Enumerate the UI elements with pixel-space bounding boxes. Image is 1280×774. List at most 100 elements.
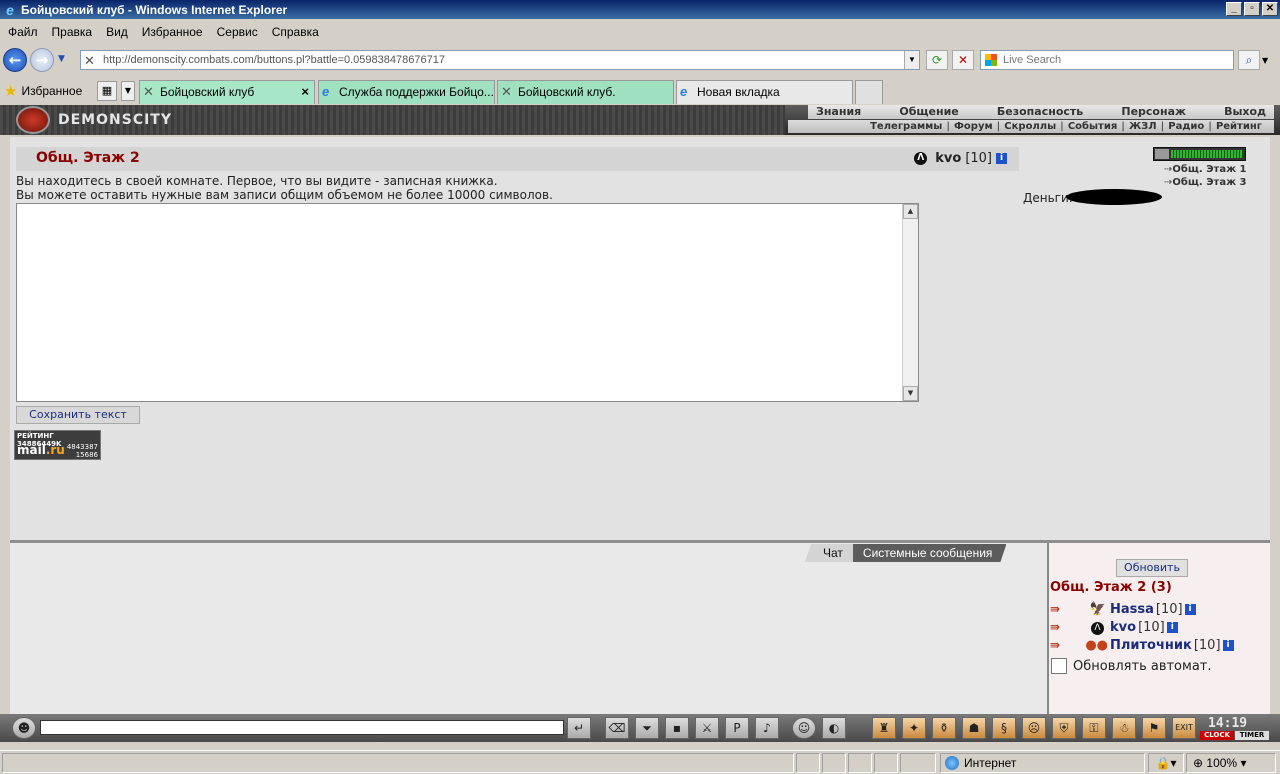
user-name[interactable]: kvo xyxy=(935,151,961,166)
address-input[interactable]: ✕ http://demonscity.combats.com/buttons.… xyxy=(80,50,920,70)
refresh-button[interactable]: Обновить xyxy=(1116,559,1188,577)
potion-icon[interactable]: ⚱ xyxy=(932,717,956,739)
recent-pages-icon[interactable]: ▼ xyxy=(58,54,65,64)
zoom-control[interactable]: ⊕ 100% ▾ xyxy=(1186,753,1276,773)
clear-icon[interactable]: ⌫ xyxy=(605,717,629,739)
scroll-icon[interactable]: § xyxy=(992,717,1016,739)
online-user-name[interactable]: Плиточник xyxy=(1110,638,1192,653)
site-favicon-icon: ✕ xyxy=(143,84,154,99)
menu-help[interactable]: Справка xyxy=(272,25,319,39)
nav-exit[interactable]: Выход xyxy=(1224,105,1266,119)
security-zone[interactable]: Интернет xyxy=(940,753,1145,773)
notebook-scrollbar[interactable]: ▲ ▼ xyxy=(902,204,918,401)
stop-icon[interactable]: ✕ xyxy=(952,50,974,70)
send-icon[interactable]: ↵ xyxy=(567,717,591,739)
menu-favorites[interactable]: Избранное xyxy=(142,25,203,39)
tab-list-dropdown-icon[interactable]: ▼ xyxy=(121,81,135,101)
refresh-icon[interactable]: ⟳ xyxy=(926,50,948,70)
tab-new[interactable]: e Новая вкладка xyxy=(676,80,853,104)
nav-security[interactable]: Безопасность xyxy=(997,105,1083,119)
smiley-icon[interactable]: ☺ xyxy=(792,717,816,739)
settings-icon[interactable] xyxy=(1155,149,1169,159)
people-icon[interactable]: ☃ xyxy=(1112,717,1136,739)
auto-refresh-checkbox[interactable] xyxy=(1051,658,1067,674)
quick-tabs-icon[interactable]: ▦ xyxy=(97,81,117,101)
exit-floor-3[interactable]: ⇢Общ. Этаж 3 xyxy=(1164,177,1246,188)
chat-input[interactable] xyxy=(40,720,564,735)
nav-character[interactable]: Персонаж xyxy=(1121,105,1186,119)
info-icon[interactable]: i xyxy=(996,153,1007,164)
notebook-textarea[interactable]: ▲ ▼ xyxy=(16,203,919,402)
nav-knowledge[interactable]: Знания xyxy=(816,105,861,119)
address-dropdown-icon[interactable]: ▼ xyxy=(904,51,919,69)
subnav-rating[interactable]: Рейтинг xyxy=(1204,120,1262,133)
sound-icon[interactable]: ♪ xyxy=(755,717,779,739)
subnav-zhzl[interactable]: ЖЗЛ xyxy=(1117,120,1157,133)
search-options-icon[interactable]: ▼ xyxy=(1262,56,1268,65)
magic-icon[interactable]: ✦ xyxy=(902,717,926,739)
exit-icon[interactable]: EXIT xyxy=(1172,717,1196,739)
close-tab-icon[interactable]: × xyxy=(301,81,309,103)
favorites-button[interactable]: ★ Избранное xyxy=(4,82,82,100)
forward-button[interactable]: → xyxy=(30,48,54,72)
menu-tools[interactable]: Сервис xyxy=(217,25,258,39)
online-user-name[interactable]: kvo xyxy=(1110,620,1136,635)
minimize-button[interactable]: _ xyxy=(1226,2,1242,16)
scroll-down-icon[interactable]: ▼ xyxy=(903,386,918,401)
private-message-icon[interactable]: ⇛ xyxy=(1050,620,1072,634)
tab-fight-club[interactable]: ✕ Бойцовский клуб × xyxy=(139,80,315,104)
subnav-events[interactable]: События xyxy=(1056,120,1117,133)
search-input[interactable]: Live Search xyxy=(980,50,1234,70)
current-user[interactable]: ᐱ kvo [10] i xyxy=(914,151,1007,166)
subnav-scrolls[interactable]: Скроллы xyxy=(993,120,1056,133)
close-window-button[interactable]: ✕ xyxy=(1262,2,1278,16)
clan-icon: 🦅 xyxy=(1089,601,1106,617)
subnav-forum[interactable]: Форум xyxy=(942,120,993,133)
exit-floor-1[interactable]: ⇢Общ. Этаж 1 xyxy=(1164,164,1246,175)
site-favicon-icon: ✕ xyxy=(84,53,95,68)
search-icon[interactable]: ⌕ xyxy=(1238,50,1260,70)
armor-icon[interactable]: ⛨ xyxy=(1052,717,1076,739)
private-message-icon[interactable]: ⇛ xyxy=(1050,638,1066,652)
menu-file[interactable]: Файл xyxy=(8,25,38,39)
online-user-name[interactable]: Hassa xyxy=(1110,602,1154,617)
protected-mode-icon[interactable]: 🔒▾ xyxy=(1148,753,1184,773)
site-favicon-icon: ✕ xyxy=(501,84,512,99)
maximize-button[interactable]: ▫ xyxy=(1244,2,1260,16)
save-log-icon[interactable]: ▪ xyxy=(665,717,689,739)
face-icon[interactable]: ☹ xyxy=(1022,717,1046,739)
new-tab-button[interactable] xyxy=(855,80,883,104)
timer-button[interactable]: TIMER xyxy=(1235,731,1269,740)
back-button[interactable]: ← xyxy=(3,48,27,72)
tab-chat[interactable]: Чат xyxy=(805,544,853,562)
info-icon[interactable]: i xyxy=(1166,621,1178,633)
tab-system-messages[interactable]: Системные сообщения xyxy=(853,544,1007,562)
nav-communication[interactable]: Общение xyxy=(899,105,958,119)
fighter-icon[interactable]: ⚔ xyxy=(695,717,719,739)
subnav-radio[interactable]: Радио xyxy=(1157,120,1204,133)
subnav-telegrams[interactable]: Телеграммы xyxy=(870,120,942,133)
tab-fight-club-2[interactable]: ✕ Бойцовский клуб. xyxy=(497,80,674,104)
auto-refresh-option[interactable]: Обновлять автомат. xyxy=(1051,658,1212,674)
lock-icon[interactable]: ⚿ xyxy=(1082,717,1106,739)
save-text-button[interactable]: Сохранить текст xyxy=(16,406,140,424)
bag-icon[interactable]: ♜ xyxy=(872,717,896,739)
game-clock: 14:19 CLOCK TIMER xyxy=(1200,716,1270,740)
pl-icon[interactable]: P xyxy=(725,717,749,739)
flag-icon[interactable]: ⚑ xyxy=(1142,717,1166,739)
chat-smile-icon[interactable]: ☻ xyxy=(12,717,36,739)
alignment-icon: ᐱ xyxy=(914,152,928,165)
mailru-counter[interactable]: РЕЙТИНГ 34886449K mail.ru 4843387 15686 xyxy=(14,430,101,460)
tab-support[interactable]: e Служба поддержки Бойцо... xyxy=(318,80,495,104)
helmet-icon[interactable]: ◐ xyxy=(822,717,846,739)
clan-icon: ●● xyxy=(1085,637,1108,653)
info-icon[interactable]: i xyxy=(1222,639,1234,651)
mask-icon[interactable]: ☗ xyxy=(962,717,986,739)
filter-icon[interactable]: ⏷ xyxy=(635,717,659,739)
clock-button[interactable]: CLOCK xyxy=(1200,731,1234,740)
scroll-up-icon[interactable]: ▲ xyxy=(903,204,918,219)
info-icon[interactable]: i xyxy=(1184,603,1196,615)
menu-view[interactable]: Вид xyxy=(106,25,128,39)
private-message-icon[interactable]: ⇛ xyxy=(1050,602,1072,616)
menu-edit[interactable]: Правка xyxy=(52,25,93,39)
